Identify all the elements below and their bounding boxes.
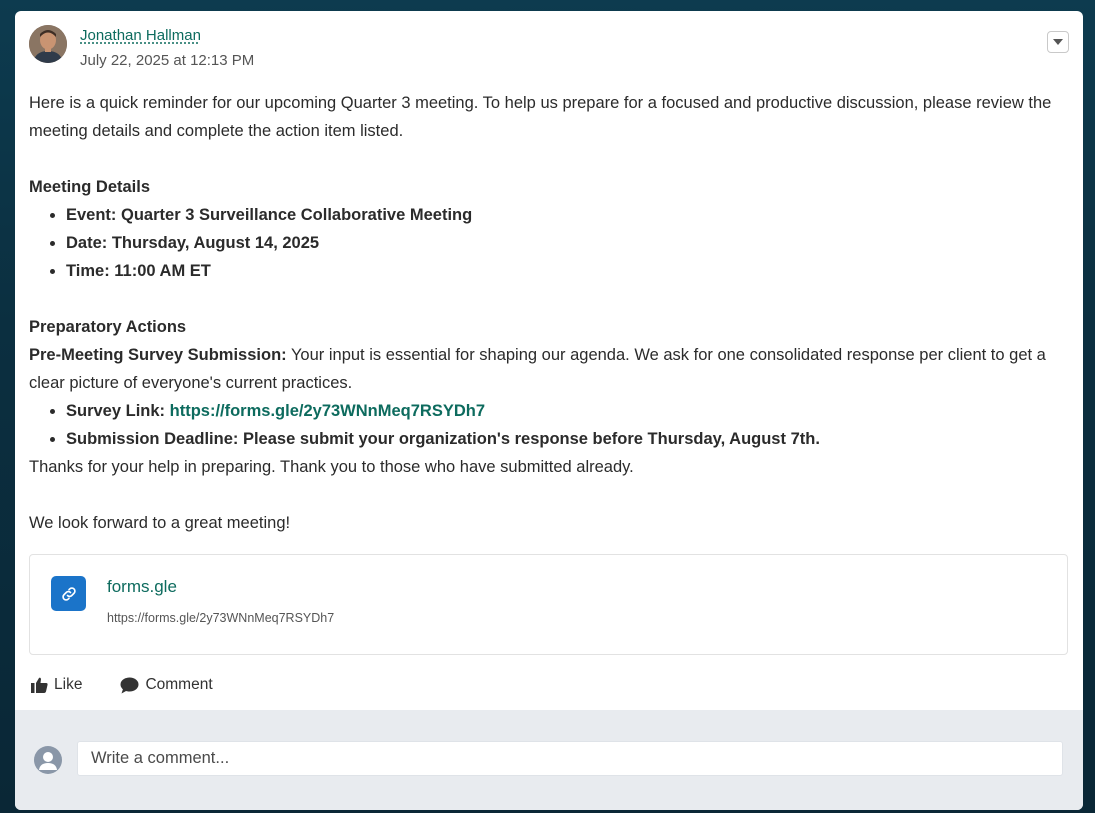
meeting-event: Event: Quarter 3 Surveillance Collaborat…	[66, 206, 473, 224]
link-preview-domain[interactable]: forms.gle	[107, 577, 177, 597]
post-intro: Here is a quick reminder for our upcomin…	[29, 94, 1052, 140]
like-label: Like	[54, 676, 83, 693]
list-item: Time: 11:00 AM ET	[66, 257, 1069, 285]
submission-deadline: Submission Deadline: Please submit your …	[66, 430, 820, 448]
closing-text: We look forward to a great meeting!	[29, 514, 291, 532]
post-actions: Like Comment	[31, 673, 251, 697]
survey-label: Pre-Meeting Survey Submission:	[29, 346, 287, 364]
comment-composer	[15, 710, 1083, 810]
comment-input[interactable]	[77, 741, 1063, 776]
current-user-avatar	[34, 746, 62, 774]
post-body: Here is a quick reminder for our upcomin…	[29, 89, 1069, 537]
meeting-date: Date: Thursday, August 14, 2025	[66, 234, 320, 252]
list-item: Date: Thursday, August 14, 2025	[66, 229, 1069, 257]
meeting-details-heading: Meeting Details	[29, 178, 151, 196]
survey-link-label: Survey Link:	[66, 402, 170, 420]
author-avatar[interactable]	[29, 25, 67, 63]
comment-label: Comment	[145, 676, 213, 693]
thanks-text: Thanks for your help in preparing. Thank…	[29, 458, 634, 476]
link-preview-card[interactable]: forms.gle https://forms.gle/2y73WNnMeq7R…	[29, 554, 1068, 655]
author-name-link[interactable]: Jonathan Hallman	[80, 27, 201, 44]
post-header: Jonathan Hallman July 22, 2025 at 12:13 …	[29, 25, 1069, 75]
like-button[interactable]: Like	[31, 676, 82, 694]
comment-button[interactable]: Comment	[120, 676, 213, 694]
user-icon	[39, 752, 57, 770]
meeting-details-list: Event: Quarter 3 Surveillance Collaborat…	[29, 201, 1069, 285]
preparatory-actions-list: Survey Link: https://forms.gle/2y73WNnMe…	[29, 397, 1069, 453]
author-photo	[29, 25, 67, 63]
list-item: Submission Deadline: Please submit your …	[66, 425, 1069, 453]
chevron-down-icon	[1053, 39, 1063, 45]
survey-link[interactable]: https://forms.gle/2y73WNnMeq7RSYDh7	[170, 402, 485, 420]
survey-paragraph: Pre-Meeting Survey Submission: Your inpu…	[29, 341, 1069, 397]
list-item: Event: Quarter 3 Surveillance Collaborat…	[66, 201, 1069, 229]
preparatory-actions-heading: Preparatory Actions	[29, 318, 187, 336]
speech-bubble-icon	[120, 677, 139, 693]
post-menu-button[interactable]	[1047, 31, 1069, 53]
post-timestamp: July 22, 2025 at 12:13 PM	[80, 52, 255, 69]
list-item: Survey Link: https://forms.gle/2y73WNnMe…	[66, 397, 1069, 425]
meeting-time: Time: 11:00 AM ET	[66, 262, 211, 280]
link-preview-url: https://forms.gle/2y73WNnMeq7RSYDh7	[107, 611, 335, 625]
feed-post-card: Jonathan Hallman July 22, 2025 at 12:13 …	[15, 11, 1083, 810]
chain-link-glyph	[61, 586, 76, 601]
thumbs-up-icon	[31, 677, 48, 693]
link-icon	[51, 576, 86, 611]
